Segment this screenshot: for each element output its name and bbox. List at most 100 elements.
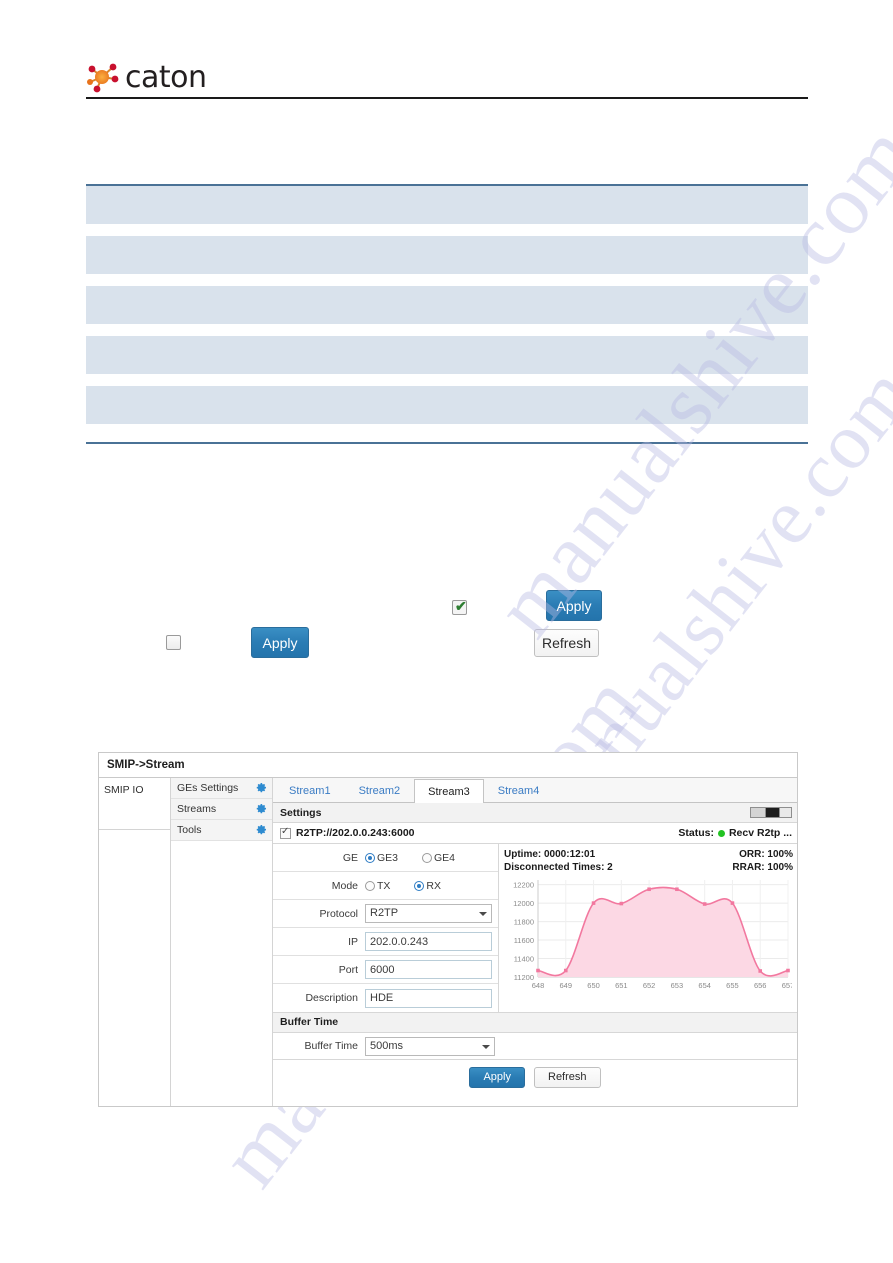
buffer-section-title: Buffer Time [273,1013,797,1033]
chevron-down-icon [479,912,487,916]
field-row-protocol: Protocol R2TP [273,900,498,928]
port-label: Port [338,963,358,976]
radio-tx-dot[interactable] [365,880,375,891]
stream-enable-checkbox[interactable] [280,826,291,839]
svg-text:650: 650 [587,981,600,990]
checkbox-checked[interactable]: ✔ [452,598,467,615]
tab-stream3[interactable]: Stream3 [414,779,484,803]
svg-text:11800: 11800 [514,918,534,927]
form-actions: Apply Refresh [273,1060,797,1094]
gear-icon[interactable] [256,782,268,794]
refresh-button[interactable]: Refresh [534,1066,601,1088]
mode-label: Mode [331,879,358,892]
sidebar-item-streams[interactable]: Streams [171,799,272,820]
smip-io-label: SMIP IO [99,778,170,830]
protocol-label: Protocol [319,907,358,920]
radio-ge3[interactable]: GE3 [365,852,398,864]
buffer-time-field: 500ms [365,1036,495,1056]
svg-text:11600: 11600 [514,936,534,945]
protocol-value: R2TP [370,907,399,919]
field-row-ip: IP [273,928,498,956]
tab-stream4[interactable]: Stream4 [484,778,554,802]
segment-left[interactable] [751,808,766,817]
radio-rx[interactable]: RX [414,880,441,892]
status-value: Recv R2tp ... [728,827,792,839]
svg-text:651: 651 [615,981,628,990]
smip-column: SMIP IO [99,778,171,1106]
stream-tabs: Stream1 Stream2 Stream3 Stream4 [273,778,797,803]
buffer-time-value: 500ms [370,1039,404,1052]
uptime-text: Uptime: 0000:12:01 [504,849,596,860]
buffer-time-select[interactable]: 500ms [365,1036,495,1056]
field-row-ge: GE GE3 GE4 [273,844,498,872]
stream-settings-form: GE GE3 GE4 Mode TX RX Protocol R2TP IP 2… [273,844,499,1012]
field-row-description: Description [273,984,498,1012]
svg-text:656: 656 [754,981,767,990]
buffer-time-label: Buffer Time [304,1040,359,1052]
radio-tx-label: TX [377,879,391,892]
description-label: Description [305,992,358,1004]
settings-and-chart: GE GE3 GE4 Mode TX RX Protocol R2TP IP 2… [273,844,797,1013]
apply-button[interactable]: Apply [546,590,602,621]
port-input[interactable] [365,960,492,979]
svg-text:648: 648 [532,981,545,990]
description-input[interactable] [365,988,492,1008]
gear-icon[interactable] [256,803,268,815]
checkbox-unchecked[interactable] [166,635,181,650]
field-row-port: Port [273,956,498,984]
ip-field [365,932,498,951]
gear-icon[interactable] [256,824,268,836]
svg-text:649: 649 [560,981,573,990]
segmented-toggle-control[interactable] [750,807,792,818]
radio-ge4-dot[interactable] [422,852,433,863]
radio-ge3-label: GE3 [377,851,399,864]
smip-empty-area [99,830,170,1106]
status-label: Status: [678,827,714,839]
segment-right[interactable] [780,808,791,817]
sidebar-item-ges-settings[interactable]: GEs Settings [171,778,272,799]
segment-middle[interactable] [766,808,780,817]
radio-ge4-label: GE4 [434,851,456,864]
buffer-time-row: Buffer Time 500ms [273,1033,797,1060]
description-field [365,988,498,1008]
sidebar-item-label: Tools [177,824,202,836]
check-icon: ✔ [455,598,467,614]
apply-button[interactable]: Apply [251,627,309,658]
svg-text:654: 654 [698,981,711,990]
rrar-text: RRAR: 100% [732,862,793,873]
refresh-button[interactable]: Refresh [534,629,599,657]
tab-stream1[interactable]: Stream1 [275,778,345,802]
app-breadcrumb-title: SMIP->Stream [99,753,797,778]
radio-ge4[interactable]: GE4 [422,852,455,864]
app-body: SMIP IO GEs Settings Streams Tools Strea… [99,778,797,1106]
svg-text:11400: 11400 [514,955,534,964]
status-indicator: Status: Recv R2tp ... [678,827,792,839]
radio-ge3-dot[interactable] [365,852,375,863]
svg-text:653: 653 [671,981,684,990]
field-row-mode: Mode TX RX [273,872,498,900]
sidebar-menu: GEs Settings Streams Tools [171,778,273,1106]
stream-url-left: R2TP://202.0.0.243:6000 [280,826,415,839]
chart-stats: Uptime: 0000:12:01 Disconnected Times: 2… [504,848,793,874]
svg-text:12200: 12200 [513,881,534,890]
ge-label: GE [342,851,358,864]
tab-stream2[interactable]: Stream2 [345,778,415,802]
throughput-chart-panel: Uptime: 0000:12:01 Disconnected Times: 2… [499,844,797,1012]
ip-input[interactable] [365,932,492,951]
disconnected-times-text: Disconnected Times: 2 [504,862,613,873]
app-screenshot: SMIP->Stream SMIP IO GEs Settings Stream… [98,752,798,1107]
radio-rx-label: RX [426,879,442,892]
svg-text:655: 655 [726,981,739,990]
svg-text:652: 652 [643,981,656,990]
mode-field: TX RX [365,880,498,892]
svg-text:12000: 12000 [513,899,534,908]
sidebar-item-label: GEs Settings [177,782,239,794]
radio-rx-dot[interactable] [414,880,425,891]
protocol-select[interactable]: R2TP [365,904,492,923]
apply-button[interactable]: Apply [469,1066,525,1088]
sidebar-item-label: Streams [177,803,217,815]
chevron-down-icon [482,1044,490,1049]
stream-url-text: R2TP://202.0.0.243:6000 [296,827,415,839]
radio-tx[interactable]: TX [365,880,390,892]
sidebar-item-tools[interactable]: Tools [171,820,272,841]
